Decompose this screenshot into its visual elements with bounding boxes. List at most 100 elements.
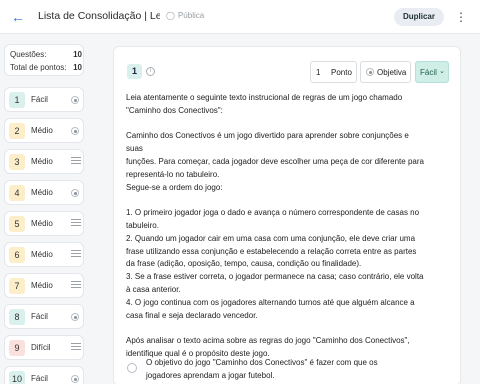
question-list-item[interactable]: 5 Médio bbox=[4, 211, 84, 236]
total-points-row: Total de pontos: 10 bbox=[10, 63, 82, 72]
question-number: 6 bbox=[9, 247, 25, 263]
question-type-label: Objetiva bbox=[377, 68, 407, 77]
visibility-status[interactable]: ◯ Pública bbox=[166, 11, 204, 20]
question-difficulty: Médio bbox=[31, 157, 53, 166]
difficulty-label: Fácil bbox=[420, 68, 437, 77]
question-number-badge: 1 bbox=[127, 64, 142, 79]
radio-icon bbox=[71, 313, 79, 321]
statement-line: 1. O primeiro jogador joga o dado e avan… bbox=[126, 208, 420, 218]
question-difficulty: Médio bbox=[31, 250, 53, 259]
radio-icon bbox=[71, 189, 79, 197]
page-title: Lista de Consolidação | Leit... bbox=[38, 10, 160, 22]
statement-line: funções. Para começar, cada jogador deve… bbox=[126, 156, 424, 166]
question-difficulty: Fácil bbox=[31, 312, 48, 321]
question-type-selector[interactable]: Objetiva bbox=[360, 61, 411, 83]
option-radio[interactable] bbox=[127, 363, 137, 373]
question-difficulty: Médio bbox=[31, 126, 53, 135]
total-points-label: Total de pontos: bbox=[10, 63, 67, 72]
statement-line: "Caminho dos Conectivos": bbox=[126, 105, 223, 115]
question-type bbox=[71, 249, 81, 261]
questions-count-value: 10 bbox=[73, 50, 82, 59]
question-list-item[interactable]: 1 Fácil bbox=[4, 87, 84, 112]
question-list-item[interactable]: 10 Fácil bbox=[4, 366, 84, 384]
question-editor: 1 i 1 Ponto Objetiva Fácil ⌄ Leia atenta… bbox=[113, 46, 461, 384]
statement-line bbox=[126, 194, 424, 207]
questions-count-label: Questões: bbox=[10, 50, 47, 59]
statement-line: representá-lo no tabuleiro. bbox=[126, 169, 220, 179]
back-arrow-icon[interactable]: ← bbox=[8, 7, 28, 27]
question-list-item[interactable]: 6 Médio bbox=[4, 242, 84, 267]
statement-line: casa final e seja declarado vencedor. bbox=[126, 310, 258, 320]
statement-line: Leia atentamente o seguinte texto instru… bbox=[126, 93, 403, 102]
question-number: 8 bbox=[9, 309, 25, 325]
question-difficulty: Médio bbox=[31, 219, 53, 228]
question-number: 5 bbox=[9, 216, 25, 232]
total-points-value: 10 bbox=[73, 63, 82, 72]
question-list-item[interactable]: 2 Médio bbox=[4, 118, 84, 143]
question-number: 7 bbox=[9, 278, 25, 294]
lines-icon bbox=[71, 157, 81, 167]
points-label: Ponto bbox=[331, 68, 352, 77]
radio-icon bbox=[71, 127, 79, 135]
globe-icon: ◯ bbox=[166, 11, 175, 20]
info-icon[interactable]: i bbox=[146, 67, 155, 76]
question-type bbox=[71, 280, 81, 292]
statement-line: à casa anterior. bbox=[126, 284, 181, 294]
question-type bbox=[71, 311, 81, 323]
points-value[interactable]: 1 bbox=[316, 68, 320, 77]
statement-line: da frase (adição, oposição, tempo, causa… bbox=[126, 259, 362, 269]
question-number: 3 bbox=[9, 154, 25, 170]
question-type bbox=[71, 187, 81, 199]
radio-icon bbox=[366, 68, 374, 76]
question-number: 1 bbox=[9, 92, 25, 108]
question-type bbox=[71, 342, 81, 354]
question-type bbox=[71, 218, 81, 230]
chevron-down-icon: ⌄ bbox=[439, 68, 445, 75]
answer-option[interactable]: O objetivo do jogo "Caminho dos Conectiv… bbox=[126, 355, 446, 384]
question-type bbox=[71, 373, 81, 384]
question-difficulty: Fácil bbox=[31, 95, 48, 104]
statement-line: 2. Quando um jogador cair em uma casa co… bbox=[126, 233, 416, 243]
visibility-label: Pública bbox=[177, 11, 205, 20]
radio-icon bbox=[71, 96, 79, 104]
radio-icon bbox=[71, 375, 79, 383]
lines-icon bbox=[71, 250, 81, 260]
question-type bbox=[71, 125, 81, 137]
question-list-item[interactable]: 8 Fácil bbox=[4, 304, 84, 329]
points-field[interactable]: 1 Ponto bbox=[310, 61, 357, 83]
question-number: 10 bbox=[9, 371, 25, 384]
option-text: O objetivo do jogo "Caminho dos Conectiv… bbox=[146, 358, 378, 380]
questions-count-row: Questões: 10 bbox=[10, 50, 82, 59]
question-type bbox=[71, 94, 81, 106]
top-bar: ← Lista de Consolidação | Leit... ◯ Públ… bbox=[0, 0, 480, 34]
stats-card: Questões: 10 Total de pontos: 10 bbox=[4, 44, 84, 76]
question-list-item[interactable]: 9 Difícil bbox=[4, 335, 84, 360]
question-list-item[interactable]: 3 Médio bbox=[4, 149, 84, 174]
duplicate-button[interactable]: Duplicar bbox=[394, 8, 444, 26]
more-options-icon[interactable]: ⋮ bbox=[455, 8, 467, 26]
question-difficulty: Médio bbox=[31, 281, 53, 290]
question-number: 4 bbox=[9, 185, 25, 201]
statement-line: tabuleiro. bbox=[126, 220, 159, 230]
question-list-item[interactable]: 4 Médio bbox=[4, 180, 84, 205]
lines-icon bbox=[71, 219, 81, 229]
statement-line bbox=[126, 322, 424, 335]
difficulty-dropdown[interactable]: Fácil ⌄ bbox=[415, 61, 449, 83]
lines-icon bbox=[71, 281, 81, 291]
question-statement[interactable]: Leia atentamente o seguinte texto instru… bbox=[126, 92, 424, 361]
statement-line: 4. O jogo continua com os jogadores alte… bbox=[126, 297, 415, 307]
question-difficulty: Fácil bbox=[31, 374, 48, 383]
statement-line: Após analisar o texto acima sobre as reg… bbox=[126, 336, 410, 346]
lines-icon bbox=[71, 343, 81, 353]
question-number: 2 bbox=[9, 123, 25, 139]
statement-line: Segue-se a ordem do jogo: bbox=[126, 182, 223, 192]
statement-line: frase utilizando essa conjunção e estabe… bbox=[126, 246, 417, 256]
statement-line bbox=[126, 118, 424, 131]
statement-line: 3. Se a frase estiver correta, o jogador… bbox=[126, 272, 424, 282]
question-list-item[interactable]: 7 Médio bbox=[4, 273, 84, 298]
question-type bbox=[71, 156, 81, 168]
question-difficulty: Difícil bbox=[31, 343, 51, 352]
statement-line: Caminho dos Conectivos é um jogo diverti… bbox=[126, 131, 409, 154]
question-number: 9 bbox=[9, 340, 25, 356]
question-difficulty: Médio bbox=[31, 188, 53, 197]
